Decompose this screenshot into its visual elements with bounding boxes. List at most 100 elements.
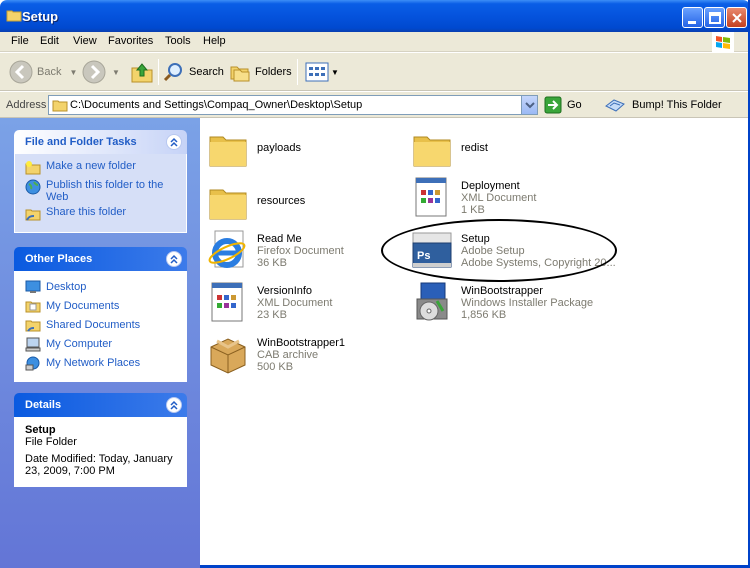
details-name: Setup: [25, 424, 56, 436]
place-label: My Network Places: [46, 356, 141, 369]
folder-icon: [52, 100, 68, 112]
menu-view[interactable]: View: [73, 35, 97, 47]
file-size: 500 KB: [257, 361, 294, 373]
task-label: Make a new folder: [46, 160, 136, 172]
file-item[interactable]: WinBootstrapper Windows Installer Packag…: [411, 281, 593, 323]
place-label: Shared Documents: [46, 318, 141, 331]
new-folder-icon: [25, 161, 41, 175]
menu-help[interactable]: Help: [203, 35, 226, 47]
file-item[interactable]: Read Me Firefox Document 36 KB: [207, 229, 344, 271]
back-button[interactable]: Back ▼: [9, 58, 77, 86]
panel-header[interactable]: File and Folder Tasks: [14, 130, 187, 154]
menu-tools[interactable]: Tools: [165, 35, 191, 47]
up-folder-icon: [131, 63, 153, 83]
back-dropdown-icon[interactable]: ▼: [69, 68, 77, 77]
place-label: Desktop: [46, 280, 87, 293]
forward-dropdown-icon[interactable]: ▼: [112, 68, 120, 77]
cab-archive-icon: [210, 338, 246, 374]
file-item[interactable]: Deployment XML Document 1 KB: [411, 176, 536, 218]
menu-favorites[interactable]: Favorites: [108, 35, 153, 47]
search-label: Search: [189, 66, 224, 78]
bump-folder-button[interactable]: Bump! This Folder: [604, 96, 722, 114]
address-dropdown-button[interactable]: [521, 96, 537, 114]
file-size: 36 KB: [257, 257, 287, 269]
views-button[interactable]: ▼: [305, 58, 339, 86]
views-dropdown-icon[interactable]: ▼: [331, 68, 339, 77]
menu-bar: File Edit View Favorites Tools Help: [0, 32, 750, 52]
file-type: CAB archive: [257, 349, 319, 361]
menu-edit[interactable]: Edit: [40, 35, 59, 47]
collapse-chevron-icon[interactable]: [166, 397, 182, 413]
file-item[interactable]: VersionInfo XML Document 23 KB: [207, 281, 332, 323]
file-list-view[interactable]: payloads redist resources Deployment XML…: [200, 118, 750, 568]
file-item[interactable]: payloads: [207, 128, 301, 170]
address-input[interactable]: C:\Documents and Settings\Compaq_Owner\D…: [48, 95, 538, 115]
go-button[interactable]: Go: [544, 96, 582, 114]
address-path: C:\Documents and Settings\Compaq_Owner\D…: [70, 99, 363, 111]
file-name: payloads: [257, 142, 302, 154]
place-my-computer[interactable]: My Computer: [25, 334, 176, 353]
place-my-network-places[interactable]: My Network Places: [25, 353, 176, 372]
task-pane: File and Folder Tasks Make a new folder …: [0, 118, 200, 568]
task-publish-web[interactable]: Publish this folder to the Web: [25, 179, 176, 203]
globe-icon: [25, 179, 41, 195]
file-name: Deployment: [461, 180, 520, 192]
file-name: redist: [461, 142, 488, 154]
up-folder-button[interactable]: [130, 58, 154, 86]
address-bar: Address C:\Documents and Settings\Compaq…: [0, 92, 750, 118]
views-icon: [305, 62, 329, 82]
file-folder-tasks-panel: File and Folder Tasks Make a new folder …: [14, 130, 187, 233]
my-computer-icon: [25, 337, 41, 351]
xml-document-icon: [415, 177, 447, 217]
other-places-panel: Other Places Desktop My Documents Shared…: [14, 247, 187, 382]
details-modified: Date Modified: Today, January 23, 2009, …: [25, 453, 173, 477]
menu-file[interactable]: File: [11, 35, 29, 47]
folders-button[interactable]: Folders: [229, 58, 292, 86]
place-desktop[interactable]: Desktop: [25, 277, 176, 296]
file-type: XML Document: [257, 297, 333, 309]
place-shared-documents[interactable]: Shared Documents: [25, 315, 176, 334]
panel-title: Other Places: [25, 253, 93, 265]
close-button[interactable]: [726, 7, 747, 28]
hand-drawn-ellipse-annotation: [381, 219, 617, 282]
panel-title: File and Folder Tasks: [25, 136, 137, 148]
file-type: Firefox Document: [257, 245, 344, 257]
details-type: File Folder: [25, 436, 77, 448]
xml-document-icon: [211, 282, 243, 322]
file-size: 23 KB: [257, 309, 287, 321]
folders-icon: [230, 66, 250, 82]
file-item[interactable]: resources: [207, 181, 305, 223]
maximize-button[interactable]: [704, 7, 725, 28]
bump-label: Bump! This Folder: [632, 99, 722, 111]
my-documents-icon: [25, 301, 41, 312]
file-type: Windows Installer Package: [461, 297, 594, 309]
collapse-chevron-icon[interactable]: [166, 134, 182, 150]
search-button[interactable]: Search: [163, 58, 224, 86]
collapse-chevron-icon[interactable]: [166, 251, 182, 267]
go-label: Go: [567, 99, 582, 111]
folders-label: Folders: [255, 66, 292, 78]
minimize-button[interactable]: [682, 7, 703, 28]
desktop-icon: [25, 280, 41, 293]
address-label: Address: [6, 99, 47, 111]
panel-header[interactable]: Other Places: [14, 247, 187, 271]
file-size: 1 KB: [461, 204, 485, 216]
task-new-folder[interactable]: Make a new folder: [25, 160, 176, 176]
place-my-documents[interactable]: My Documents: [25, 296, 176, 315]
file-name: VersionInfo: [257, 285, 313, 297]
file-item[interactable]: WinBootstrapper1 CAB archive 500 KB: [207, 333, 345, 375]
ie-document-icon: [208, 230, 246, 268]
file-name: resources: [257, 195, 306, 207]
share-folder-icon: [25, 209, 41, 221]
search-icon: [163, 63, 182, 82]
title-bar[interactable]: Setup: [0, 0, 750, 32]
task-label: Publish this folder to the Web: [46, 179, 164, 203]
task-share-folder[interactable]: Share this folder: [25, 206, 176, 222]
file-type: XML Document: [461, 192, 537, 204]
details-panel: Details Setup File Folder Date Modified:…: [14, 393, 187, 487]
folder-icon: [6, 10, 22, 22]
panel-header[interactable]: Details: [14, 393, 187, 417]
forward-button[interactable]: ▼: [82, 58, 120, 86]
folder-icon: [209, 136, 247, 167]
file-item[interactable]: redist: [411, 128, 488, 170]
